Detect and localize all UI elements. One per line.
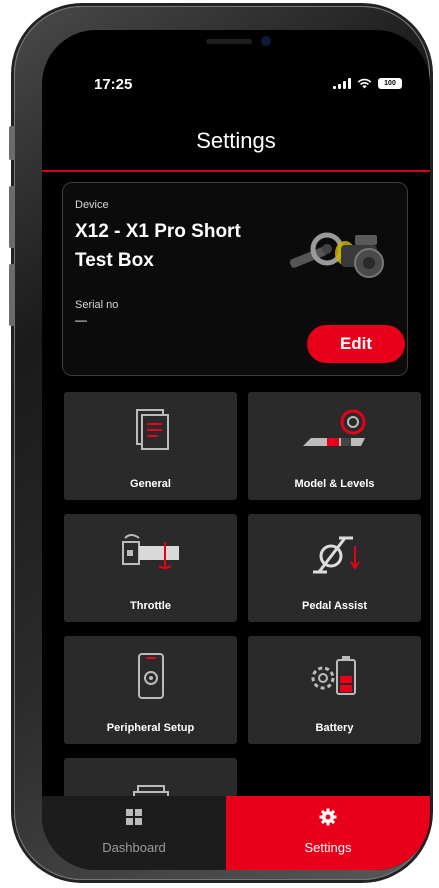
- notch: [172, 30, 300, 58]
- phone-frame: 17:25 100 Settings Device X12 - X1 Pro S…: [9, 6, 430, 880]
- tab-dashboard[interactable]: Dashboard: [42, 796, 226, 870]
- tile-label: Throttle: [130, 600, 171, 612]
- front-camera: [262, 37, 270, 45]
- edit-button[interactable]: Edit: [307, 325, 405, 363]
- tile-model-levels[interactable]: Model & Levels: [248, 392, 421, 500]
- app-screen: 17:25 100 Settings Device X12 - X1 Pro S…: [42, 30, 430, 870]
- device-card: Device X12 - X1 Pro Short Test Box Seria…: [62, 182, 408, 376]
- motor-image: [289, 232, 384, 278]
- tab-label: Dashboard: [102, 840, 166, 855]
- battery-settings-icon: [311, 656, 356, 695]
- throttle-icon: [121, 534, 179, 569]
- status-time: 17:25: [94, 76, 133, 93]
- page-header: Settings: [42, 118, 430, 172]
- tile-label: Peripheral Setup: [106, 722, 195, 734]
- status-bar: 17:25 100: [42, 74, 430, 98]
- cellular-signal-icon: [333, 78, 351, 89]
- silent-switch: [9, 126, 15, 160]
- gear-icon: [319, 808, 337, 826]
- volume-up-button: [9, 186, 15, 248]
- documents-icon: [135, 409, 169, 450]
- tab-bar: Dashboard Settings: [42, 796, 430, 870]
- pedal-assist-icon: [312, 536, 360, 574]
- serial-label: Serial no: [75, 299, 119, 311]
- tile-general[interactable]: General: [64, 392, 237, 500]
- peripheral-setup-icon: [137, 653, 164, 699]
- speaker-grille: [206, 39, 252, 44]
- volume-down-button: [9, 264, 15, 326]
- tile-peripheral-setup[interactable]: Peripheral Setup: [64, 636, 237, 744]
- serial-value: —: [75, 313, 87, 327]
- tile-throttle[interactable]: Throttle: [64, 514, 237, 622]
- model-levels-icon: [302, 409, 365, 446]
- device-label: Device: [75, 199, 109, 211]
- device-name: X12 - X1 Pro Short Test Box: [75, 221, 241, 271]
- tab-settings[interactable]: Settings: [226, 796, 430, 870]
- tile-label: Battery: [315, 722, 354, 734]
- grid-icon: [126, 809, 142, 825]
- tab-label: Settings: [304, 840, 352, 855]
- tile-label: Pedal Assist: [301, 600, 367, 612]
- battery-status-icon: 100: [378, 78, 402, 89]
- page-title: Settings: [196, 128, 276, 153]
- tile-pedal-assist[interactable]: Pedal Assist: [248, 514, 421, 622]
- status-icons: 100: [333, 78, 402, 89]
- wifi-icon: [357, 78, 372, 89]
- tile-label: General: [130, 478, 171, 490]
- tile-battery[interactable]: Battery: [248, 636, 421, 744]
- tile-label: Model & Levels: [294, 478, 375, 490]
